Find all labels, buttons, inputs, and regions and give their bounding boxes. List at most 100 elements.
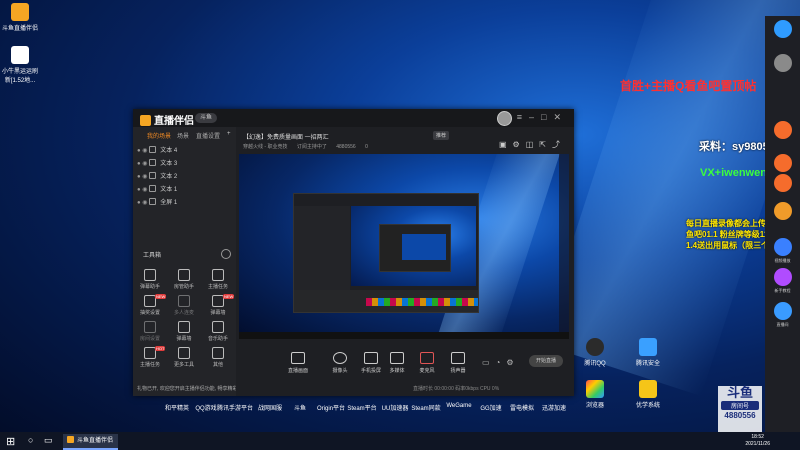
nested-icon-strip <box>366 298 478 306</box>
desktop-icon-security[interactable]: 腾讯安全 <box>628 338 668 367</box>
window-titlebar: 直播伴侣 斗鱼 ≡–□✕ <box>133 109 574 127</box>
desktop-icon-qq[interactable]: 腾讯QQ <box>575 338 615 367</box>
tab-live-settings[interactable]: 直播设置 <box>196 131 220 140</box>
sidebar-item[interactable] <box>765 154 800 174</box>
mic-icon <box>420 352 434 364</box>
douyu-companion-icon <box>11 3 29 21</box>
extra-controls[interactable]: ▭◔⚙ <box>482 358 520 367</box>
text-source-icon <box>149 146 157 153</box>
speaker-icon <box>451 352 465 364</box>
desktop-icon-douyu-companion[interactable]: 斗鱼直播伴侣 <box>0 3 40 32</box>
stream-category[interactable]: 穿越火线 - 职业竞技 <box>243 144 287 150</box>
desktop-icon-app[interactable]: 优学系统 <box>628 380 668 409</box>
more-icon <box>212 347 224 359</box>
app-logo: 直播伴侣 <box>140 112 194 127</box>
media-button[interactable]: 多媒体 <box>382 352 412 374</box>
nested-window <box>293 193 479 313</box>
stream-title[interactable]: 【幻逸】免费质量画面 一招两汇 <box>243 132 329 141</box>
sidebar-level[interactable] <box>765 202 800 222</box>
tool-room-settings[interactable]: 房间设置 <box>135 321 165 342</box>
avatar[interactable] <box>497 111 512 126</box>
sidebar-item[interactable] <box>765 121 800 141</box>
hot-badge: HOT <box>155 346 166 351</box>
room-number: 4880556 <box>336 144 356 150</box>
sidebar-phone[interactable] <box>765 54 800 74</box>
sidebar-tutorial[interactable]: 新手教程 <box>765 268 800 294</box>
new-badge: NEW <box>223 294 235 299</box>
sidebar-video[interactable]: 视频播放 <box>765 238 800 264</box>
like-count: 0 <box>365 144 368 150</box>
dock-icon[interactable]: 雷电模拟 <box>504 403 540 412</box>
music-icon <box>212 321 224 333</box>
sidebar-item[interactable] <box>765 174 800 194</box>
lock-icon <box>639 338 657 356</box>
system-clock[interactable]: 18:52 2021/11/26 <box>745 434 770 448</box>
dock-icon[interactable]: Steam平台 <box>344 403 380 412</box>
tool-other[interactable]: 其他 <box>203 347 233 368</box>
add-scene-icon[interactable]: + <box>227 131 231 137</box>
control-bar: 直播画面 摄像头 手机投屏 多媒体 麦克风 扬声器 ▭◔⚙ <box>236 342 574 396</box>
tool-multi-mic[interactable]: 多人连麦 <box>169 295 199 316</box>
platform-pill[interactable]: 斗鱼 <box>195 113 218 123</box>
live-scene-button[interactable]: 直播画面 <box>283 352 313 374</box>
room-icon <box>773 302 792 320</box>
source-item[interactable]: ● ◉ 文本 1 <box>137 184 177 195</box>
nested-window-2 <box>379 224 451 272</box>
right-sidebar: 视频播放 新手教程 直播间 <box>765 16 800 450</box>
taskbar-app-douyu[interactable]: 斗鱼直播伴侣 <box>63 434 118 450</box>
mic-icon <box>178 295 190 307</box>
desktop-icon-browser[interactable]: 浏览器 <box>575 380 615 409</box>
preview-taskbar <box>239 332 569 339</box>
toolbox-toggle-icon[interactable] <box>221 249 231 259</box>
sidebar-camera[interactable] <box>765 20 800 40</box>
source-item[interactable]: ● ◉ 文本 2 <box>137 171 177 182</box>
douyu-room-badge: 斗鱼 房间号 4880556 <box>718 386 762 432</box>
source-item[interactable]: ● ◉ 文本 3 <box>137 158 177 169</box>
tool-more[interactable]: 更多工具 <box>169 347 199 368</box>
task-view-icon[interactable]: ▭ <box>44 435 53 446</box>
live-preview[interactable] <box>239 154 569 339</box>
live-companion-window: 直播伴侣 斗鱼 ≡–□✕ 我的场景 场景 直播设置 + ● ◉ 文本 4 ● ◉… <box>133 109 574 396</box>
preview-toolbar[interactable]: ▣⚙◫⇱⤴ <box>499 139 566 150</box>
phone-icon <box>364 352 378 364</box>
camera-button[interactable]: 摄像头 <box>325 352 355 374</box>
dock-icon[interactable]: Steam同款 <box>408 403 444 412</box>
tool-admin[interactable]: 房管助手 <box>169 269 199 290</box>
scene-panel: 我的场景 场景 直播设置 + ● ◉ 文本 4 ● ◉ 文本 3 ● ◉ 文本 … <box>133 127 236 396</box>
dock-icon[interactable]: WeGame <box>441 403 477 409</box>
admin-icon <box>178 269 190 281</box>
start-live-button[interactable]: 开始直播 <box>529 355 563 367</box>
tab-my-scene[interactable]: 我的场景 <box>147 131 171 140</box>
toolbox-title: 工具箱 <box>143 253 162 259</box>
media-icon <box>390 352 404 364</box>
dock-icon[interactable]: 腾讯手游平台 <box>217 403 253 412</box>
window-controls[interactable]: ≡–□✕ <box>517 112 568 123</box>
stream-subscription: 订阅主持中了 <box>296 144 327 150</box>
nested-side-panel <box>294 206 350 290</box>
circle-icon <box>773 121 792 139</box>
sidebar-room[interactable]: 直播间 <box>765 302 800 328</box>
source-item[interactable]: ● ◉ 文本 4 <box>137 145 177 156</box>
stream-tag: 推荐 <box>433 131 450 140</box>
download-icon <box>178 347 190 359</box>
speaker-button[interactable]: 扬声器 <box>443 352 473 374</box>
microphone-button[interactable]: 麦克风 <box>412 352 442 374</box>
tool-task[interactable]: 主播任务 <box>203 269 233 290</box>
settings-icon <box>144 321 156 333</box>
search-icon[interactable]: ○ <box>28 435 33 445</box>
stream-subinfo: 穿越火线 - 职业竞技 订阅主持中了 4880556 0 <box>243 143 376 150</box>
tool-screen[interactable]: 弹幕墙 <box>169 321 199 342</box>
tab-scene[interactable]: 场景 <box>177 131 189 140</box>
stream-info-bar: 【幻逸】免费质量画面 一招两汇 推荐 穿越火线 - 职业竞技 订阅主持中了 48… <box>236 127 574 153</box>
windows-start-icon[interactable]: ⊞ <box>6 435 15 448</box>
dock-icon[interactable]: 迅游加速 <box>536 403 572 412</box>
tool-music[interactable]: 音乐助手 <box>203 321 233 342</box>
screen-icon <box>178 321 190 333</box>
fullscreen-source-icon <box>149 198 157 205</box>
status-line: 直播时长 00:00:00 码率0kbps CPU 0% <box>413 386 500 392</box>
tool-danmu[interactable]: 弹幕助手 <box>135 269 165 290</box>
overlay-red-text: 首胜+主播Q看鱼吧置顶帖 <box>620 79 757 93</box>
desktop-icon-file[interactable]: 小牛黑运运刷新[1.52地... <box>0 46 40 84</box>
source-item[interactable]: ● ◉ 全屏 1 <box>137 197 177 208</box>
nested-preview-2 <box>402 234 446 260</box>
